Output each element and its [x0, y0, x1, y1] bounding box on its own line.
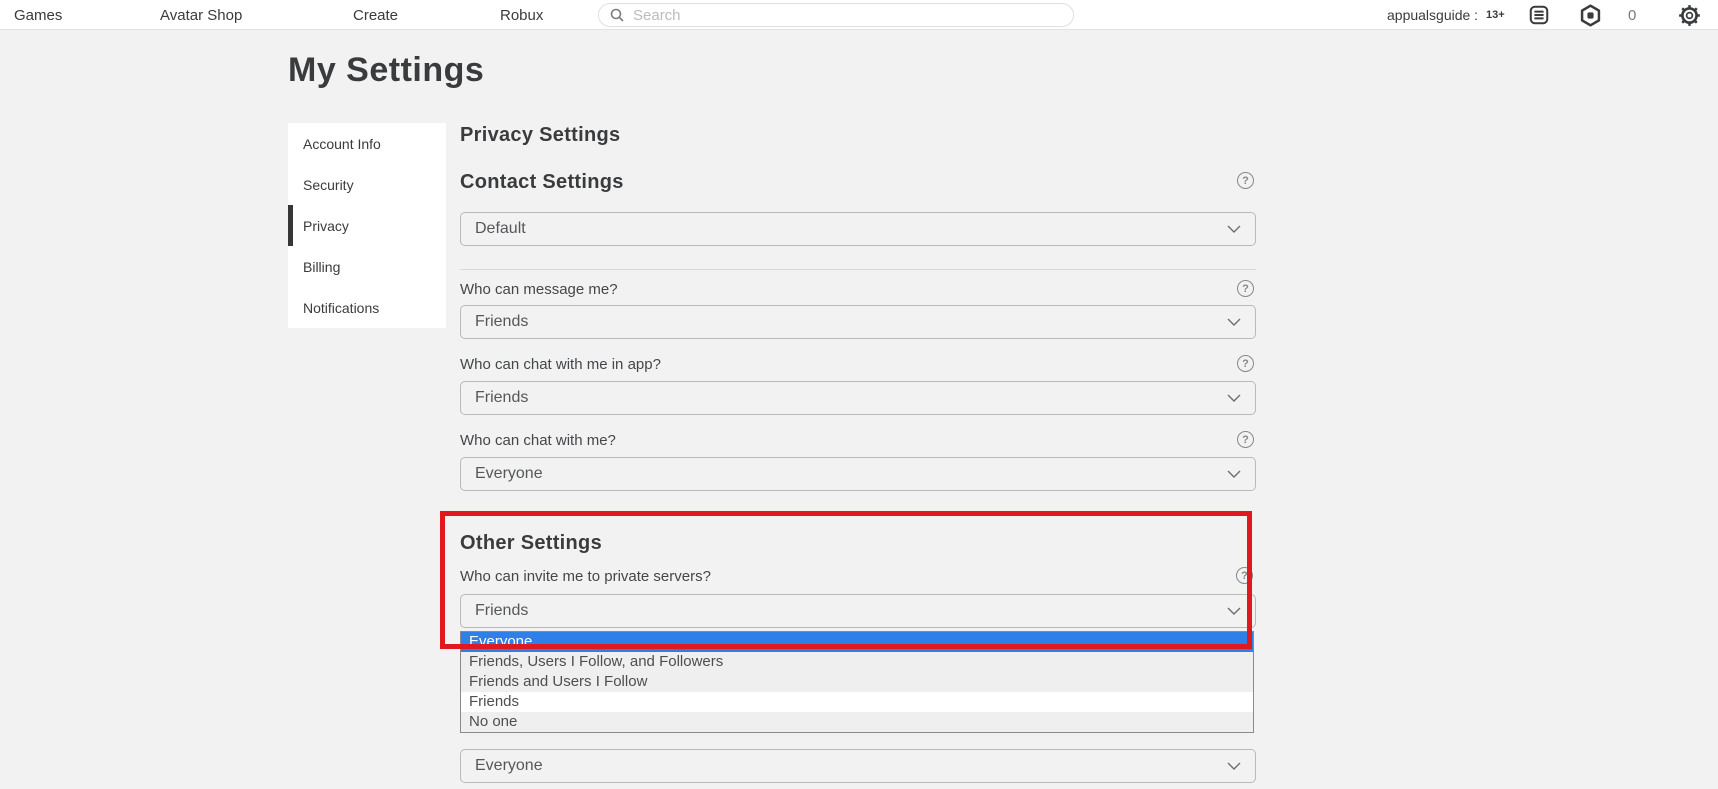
select-value: Everyone: [475, 757, 543, 774]
contact-settings-heading: Contact Settings: [460, 171, 624, 193]
active-indicator: [288, 205, 293, 246]
chevron-down-icon: [1227, 465, 1241, 483]
privacy-settings-heading: Privacy Settings: [460, 124, 621, 146]
age-badge: 13+: [1486, 9, 1505, 21]
sidebar-item-account-info[interactable]: Account Info: [288, 123, 446, 164]
gear-icon[interactable]: [1678, 4, 1701, 32]
page-title: My Settings: [288, 51, 485, 89]
who-can-chat-with-me-label: Who can chat with me?: [460, 432, 616, 449]
select-value: Friends: [475, 389, 529, 406]
help-icon[interactable]: [1237, 431, 1254, 448]
who-can-message-me-label: Who can message me?: [460, 281, 618, 298]
chevron-down-icon: [1227, 757, 1241, 775]
nav-item-avatar-shop[interactable]: Avatar Shop: [160, 0, 242, 30]
nav-item-create[interactable]: Create: [353, 0, 398, 30]
search-input[interactable]: [598, 3, 1074, 27]
chevron-down-icon: [1227, 389, 1241, 407]
private-server-invite-select[interactable]: Friends: [460, 594, 1256, 628]
dropdown-option-friends-and-users-i-follow[interactable]: Friends and Users I Follow: [461, 672, 1253, 692]
dropdown-option-friends[interactable]: Friends: [461, 692, 1253, 712]
robux-count[interactable]: 0: [1628, 0, 1636, 30]
sidebar-item-privacy[interactable]: Privacy: [288, 205, 446, 246]
sidebar-item-billing[interactable]: Billing: [288, 246, 446, 287]
search-icon: [609, 7, 625, 28]
who-can-chat-in-app-label: Who can chat with me in app?: [460, 356, 661, 373]
settings-sidebar: Account Info Security Privacy Billing No…: [288, 123, 446, 328]
private-server-invite-dropdown-list: Everyone Friends, Users I Follow, and Fo…: [460, 631, 1254, 733]
chevron-down-icon: [1227, 602, 1241, 620]
dropdown-option-friends-users-followers[interactable]: Friends, Users I Follow, and Followers: [461, 652, 1253, 672]
nav-item-games[interactable]: Games: [14, 0, 62, 30]
sidebar-item-security[interactable]: Security: [288, 164, 446, 205]
username-label[interactable]: appualsguide :: [1387, 0, 1478, 30]
who-can-chat-in-app-select[interactable]: Friends: [460, 381, 1256, 415]
dropdown-option-everyone[interactable]: Everyone: [461, 632, 1253, 652]
sidebar-item-label: Privacy: [303, 217, 349, 234]
menu-list-icon[interactable]: [1528, 4, 1550, 31]
other-settings-heading: Other Settings: [460, 532, 602, 554]
dropdown-option-no-one[interactable]: No one: [461, 712, 1253, 732]
help-icon[interactable]: [1237, 172, 1254, 189]
chevron-down-icon: [1227, 313, 1241, 331]
sidebar-item-label: Notifications: [303, 299, 380, 316]
next-question-select[interactable]: Everyone: [460, 749, 1256, 783]
who-can-invite-private-servers-label: Who can invite me to private servers?: [460, 568, 711, 585]
who-can-message-me-select[interactable]: Friends: [460, 305, 1256, 339]
robux-icon[interactable]: [1579, 4, 1602, 32]
help-icon[interactable]: [1237, 355, 1254, 372]
top-nav-bar: Games Avatar Shop Create Robux appualsgu…: [0, 0, 1718, 30]
chevron-down-icon: [1227, 220, 1241, 238]
select-value: Friends: [475, 313, 529, 330]
select-value: Everyone: [475, 465, 543, 482]
section-divider: [460, 269, 1256, 270]
help-icon[interactable]: [1236, 567, 1253, 584]
sidebar-item-label: Security: [303, 176, 354, 193]
sidebar-item-label: Account Info: [303, 135, 381, 152]
nav-item-robux[interactable]: Robux: [500, 0, 543, 30]
sidebar-item-label: Billing: [303, 258, 341, 275]
select-value: Default: [475, 220, 526, 237]
who-can-chat-with-me-select[interactable]: Everyone: [460, 457, 1256, 491]
sidebar-item-notifications[interactable]: Notifications: [288, 287, 446, 328]
contact-settings-select[interactable]: Default: [460, 212, 1256, 246]
search-box: [598, 3, 1074, 27]
select-value: Friends: [475, 602, 529, 619]
roblox-settings-page: Games Avatar Shop Create Robux appualsgu…: [0, 0, 1718, 789]
help-icon[interactable]: [1237, 280, 1254, 297]
